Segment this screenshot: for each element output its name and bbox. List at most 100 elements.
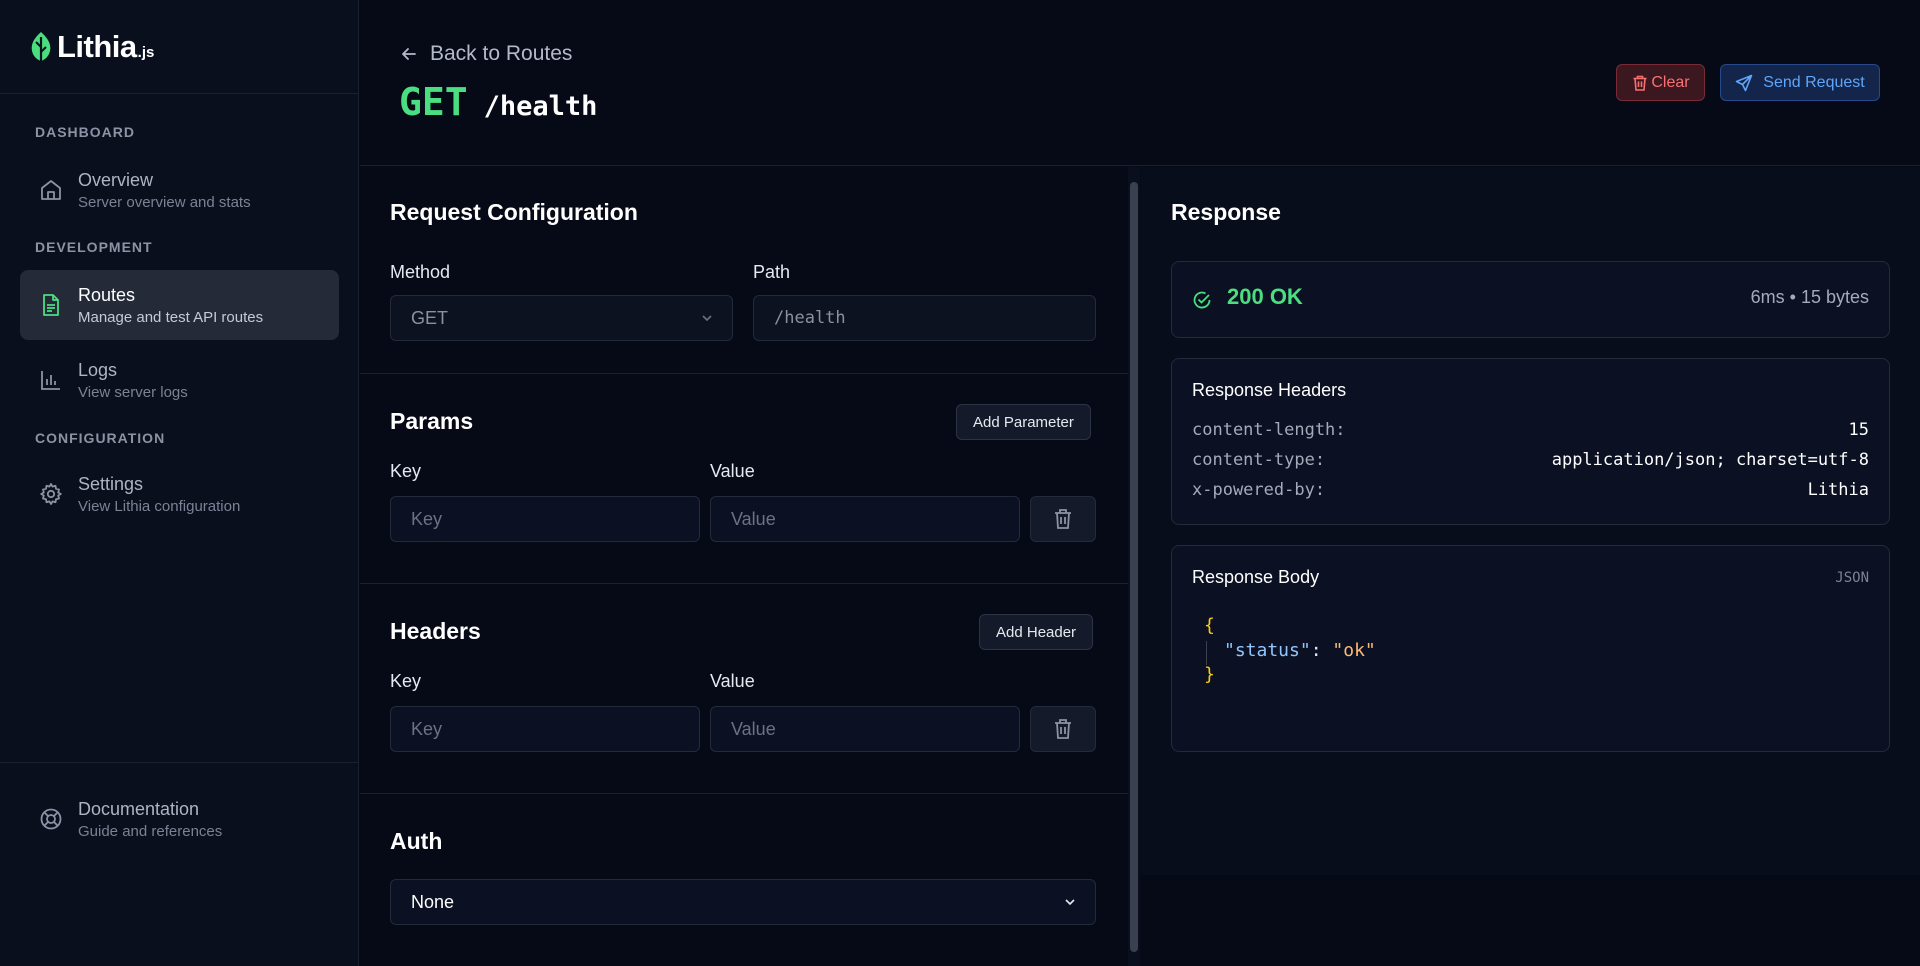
response-header-row: content-type: application/json; charset=… <box>1192 450 1869 470</box>
header-key-input[interactable]: Key <box>390 706 700 752</box>
send-request-button[interactable]: Send Request <box>1720 64 1880 101</box>
json-open-brace: { <box>1204 615 1215 636</box>
response-title: Response <box>1171 199 1281 225</box>
section-divider <box>360 373 1128 374</box>
nav-section-configuration: CONFIGURATION <box>35 430 166 446</box>
route-method: GET <box>399 80 468 124</box>
add-parameter-button[interactable]: Add Parameter <box>956 404 1091 440</box>
nav-section-development: DEVELOPMENT <box>35 239 153 255</box>
sidebar-item-label: Overview <box>78 169 154 190</box>
trash-icon <box>1055 509 1071 529</box>
response-meta: 6ms • 15 bytes <box>1750 287 1869 307</box>
headers-value-label: Value <box>710 671 755 691</box>
response-body-card: Response Body JSON { "status": "ok" } <box>1171 545 1890 752</box>
response-header-row: x-powered-by: Lithia <box>1192 480 1869 500</box>
add-header-button[interactable]: Add Header <box>979 614 1094 650</box>
auth-title: Auth <box>390 828 443 854</box>
header-key: x-powered-by: <box>1192 480 1326 500</box>
header-value: application/json; charset=utf-8 <box>1551 450 1869 470</box>
file-text-icon <box>43 294 59 316</box>
request-panel: Request Configuration Method GET Path /h… <box>360 167 1128 966</box>
response-headers-card: Response Headers content-length: 15 cont… <box>1171 358 1890 525</box>
header-value-input[interactable]: Value <box>710 706 1020 752</box>
json-line: "status": "ok" <box>1224 640 1376 661</box>
sidebar-item-label: Settings <box>78 473 144 494</box>
header-value: 15 <box>1848 420 1869 440</box>
param-value-input[interactable]: Value <box>710 496 1020 542</box>
json-indent-guide <box>1206 641 1207 665</box>
sidebar-divider <box>0 762 359 763</box>
sidebar-item-documentation[interactable]: Documentation Guide and references <box>20 784 339 854</box>
request-config-title: Request Configuration <box>390 199 638 225</box>
params-value-label: Value <box>710 461 755 481</box>
back-to-routes-link[interactable]: Back to Routes <box>400 42 572 66</box>
sidebar-item-label: Routes <box>78 284 136 305</box>
sidebar-item-overview[interactable]: Overview Server overview and stats <box>20 155 339 225</box>
response-panel: Response 200 OK 6ms • 15 bytes Response … <box>1141 167 1920 875</box>
response-headers-title: Response Headers <box>1192 380 1347 400</box>
send-request-label: Send Request <box>1763 73 1865 91</box>
leaf-logo-icon <box>31 31 51 62</box>
remove-header-button[interactable] <box>1030 706 1096 752</box>
path-label: Path <box>753 262 791 282</box>
sidebar: Lithia .js DASHBOARD Overview Server over… <box>0 0 359 966</box>
json-value: "ok" <box>1332 640 1376 661</box>
body-format-badge: JSON <box>1835 570 1869 586</box>
section-divider <box>360 583 1128 584</box>
back-link-label: Back to Routes <box>430 42 573 65</box>
scrollbar-thumb[interactable] <box>1130 182 1138 952</box>
sidebar-item-label: Documentation <box>78 798 200 819</box>
sidebar-item-label: Logs <box>78 359 118 380</box>
method-select[interactable]: GET <box>390 295 733 341</box>
params-key-label: Key <box>390 461 422 481</box>
remove-param-button[interactable] <box>1030 496 1096 542</box>
response-body-title: Response Body <box>1192 567 1320 587</box>
sidebar-item-logs[interactable]: Logs View server logs <box>20 345 339 415</box>
route-path: /health <box>483 91 598 122</box>
sidebar-item-settings[interactable]: Settings View Lithia configuration <box>20 459 339 529</box>
headers-title: Headers <box>390 618 481 644</box>
response-header-row: content-length: 15 <box>1192 420 1869 440</box>
trash-icon <box>1633 75 1647 91</box>
check-circle-icon <box>1193 291 1211 309</box>
send-icon <box>1735 74 1753 91</box>
status-badge: 200 OK <box>1227 284 1303 309</box>
param-key-placeholder: Key <box>411 508 443 529</box>
trash-icon <box>1055 719 1071 739</box>
gear-icon <box>40 483 62 505</box>
header-value-placeholder: Value <box>731 718 776 739</box>
auth-select[interactable]: None <box>390 879 1096 925</box>
home-icon <box>41 180 61 200</box>
param-key-input[interactable]: Key <box>390 496 700 542</box>
header-key: content-length: <box>1192 420 1346 440</box>
sidebar-item-sublabel: View Lithia configuration <box>78 497 241 515</box>
logo-text: Lithia <box>57 28 137 64</box>
lifebuoy-icon <box>40 808 62 830</box>
header-value: Lithia <box>1807 480 1869 500</box>
sidebar-item-sublabel: Guide and references <box>78 822 223 840</box>
header-key: content-type: <box>1192 450 1326 470</box>
bar-chart-icon <box>41 371 60 390</box>
page-header: Back to Routes GET /health Clear Send Re… <box>360 0 1920 166</box>
logo[interactable]: Lithia .js <box>0 0 358 94</box>
arrow-left-icon <box>402 48 416 60</box>
sidebar-item-routes[interactable]: Routes Manage and test API routes <box>20 270 339 340</box>
json-key: "status" <box>1224 640 1311 661</box>
param-value-placeholder: Value <box>731 508 776 529</box>
params-title: Params <box>390 408 474 434</box>
nav-section-dashboard: DASHBOARD <box>35 124 135 140</box>
auth-select-value: None <box>411 891 455 912</box>
clear-button[interactable]: Clear <box>1616 64 1705 101</box>
chevron-down-icon <box>702 315 712 322</box>
clear-button-label: Clear <box>1651 73 1690 91</box>
json-close-brace: } <box>1204 664 1215 685</box>
json-colon: : <box>1310 640 1322 661</box>
sidebar-item-sublabel: View server logs <box>78 383 188 401</box>
logo-suffix: .js <box>137 44 155 61</box>
method-label: Method <box>390 262 451 282</box>
sidebar-item-sublabel: Server overview and stats <box>78 193 251 211</box>
path-input[interactable]: /health <box>753 295 1096 341</box>
status-card: 200 OK 6ms • 15 bytes <box>1171 261 1890 338</box>
page-title: GET /health <box>399 80 597 124</box>
section-divider <box>360 793 1128 794</box>
